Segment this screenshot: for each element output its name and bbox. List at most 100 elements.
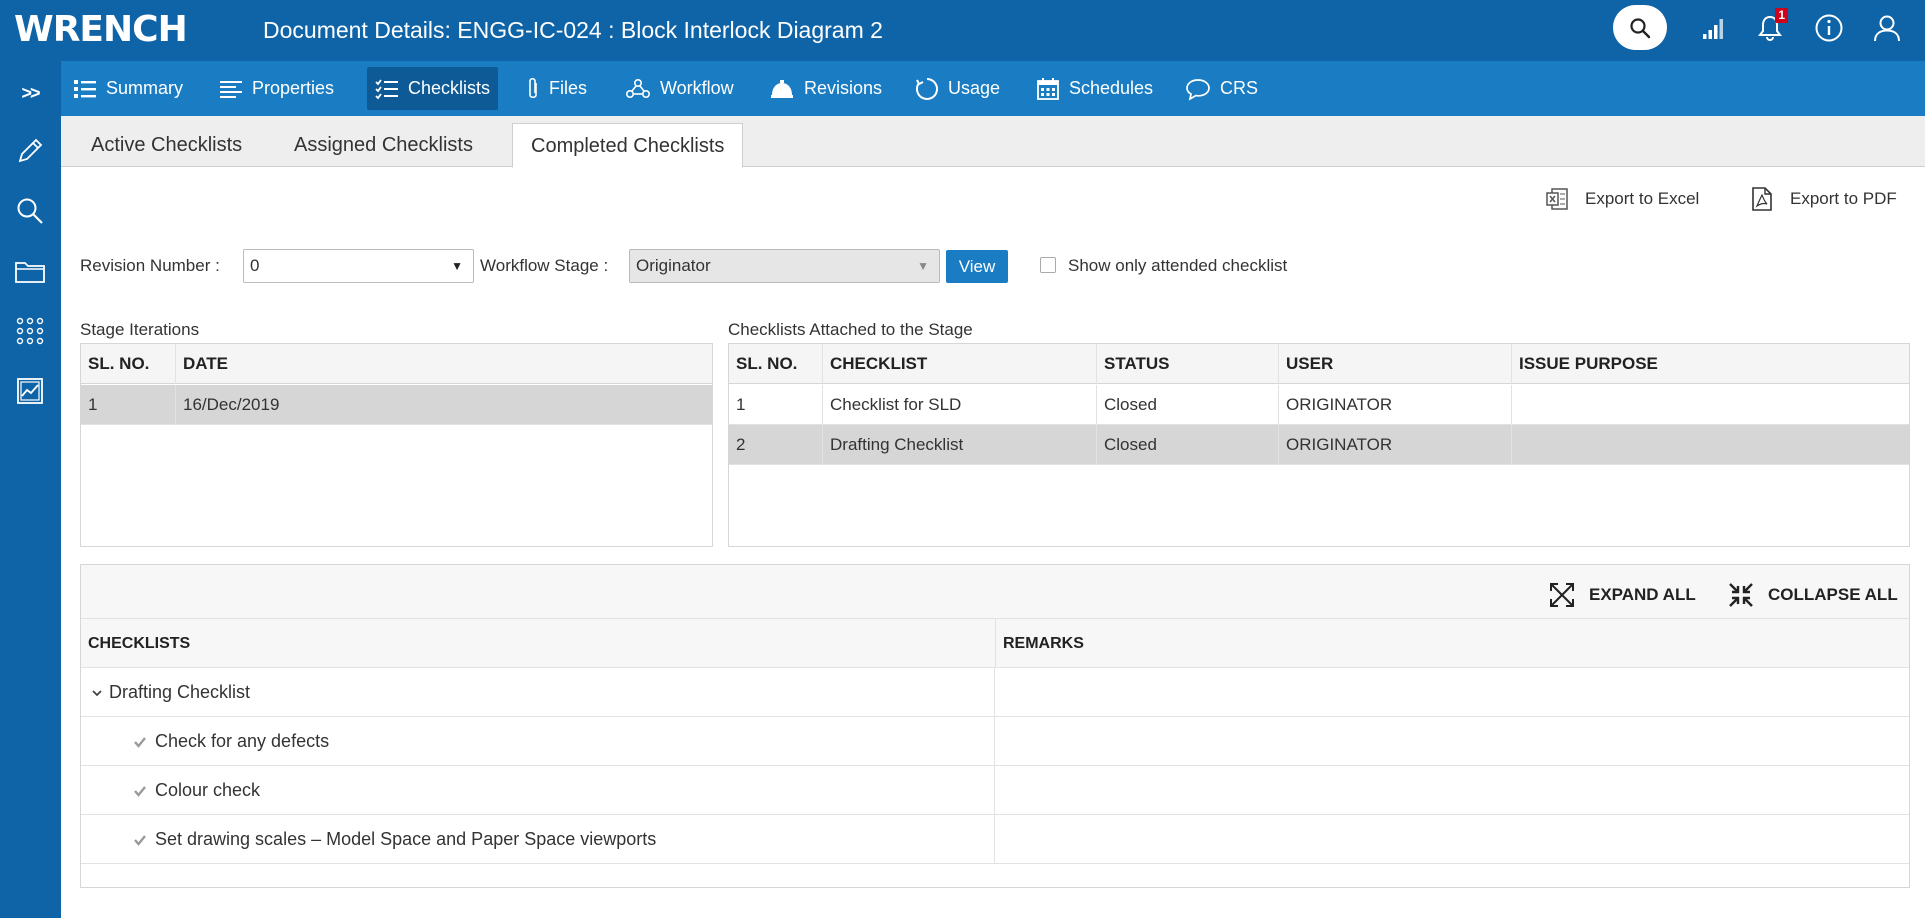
tree-item-cell: Set drawing scales – Model Space and Pap…: [81, 815, 995, 864]
tree-group-label: Drafting Checklist: [109, 682, 251, 702]
user-profile-button[interactable]: [1869, 10, 1905, 46]
search-icon: [17, 198, 43, 224]
checked-checkbox-icon[interactable]: [133, 784, 147, 798]
caret-down-icon: ▼: [917, 259, 929, 273]
export-excel-button[interactable]: Export to Excel: [1545, 184, 1699, 214]
notifications-button[interactable]: 1: [1752, 8, 1788, 46]
expand-rail-button[interactable]: >>: [10, 73, 50, 113]
apps-grid-icon: [16, 317, 44, 345]
table-row[interactable]: 2 Drafting Checklist Closed ORIGINATOR: [729, 425, 1909, 465]
rail-apps-button[interactable]: [10, 311, 50, 351]
tree-item-label: Set drawing scales – Model Space and Pap…: [155, 829, 657, 849]
nav-checklists[interactable]: Checklists: [367, 67, 499, 110]
checked-checkbox-icon[interactable]: [133, 833, 147, 847]
expand-all-button[interactable]: EXPAND ALL: [1549, 581, 1696, 609]
nav-schedules[interactable]: Schedules: [1028, 67, 1161, 110]
checklist-icon: [375, 78, 398, 99]
table-row[interactable]: 1 16/Dec/2019: [81, 385, 712, 425]
usage-icon: [916, 77, 938, 100]
column-header[interactable]: CHECKLIST: [823, 344, 1097, 384]
cell-user: ORIGINATOR: [1279, 385, 1512, 425]
workflow-stage-value: Originator: [636, 256, 711, 275]
column-header[interactable]: ISSUE PURPOSE: [1512, 344, 1909, 384]
nav-files[interactable]: Files: [518, 67, 595, 110]
properties-icon: [220, 80, 242, 98]
signal-button[interactable]: [1696, 10, 1732, 46]
chevron-down-icon[interactable]: [91, 688, 103, 698]
tree-item-row[interactable]: Set drawing scales – Model Space and Pap…: [81, 815, 1909, 864]
view-button[interactable]: View: [946, 250, 1008, 283]
tree-item-cell: Check for any defects: [81, 717, 995, 766]
global-search-button[interactable]: [1613, 5, 1667, 50]
page-title: Document Details: ENGG-IC-024 : Block In…: [263, 17, 883, 43]
left-rail: >>: [0, 61, 61, 918]
info-button[interactable]: [1811, 10, 1847, 46]
rail-reports-button[interactable]: [10, 371, 50, 411]
nav-revisions-label: Revisions: [804, 78, 883, 98]
cell-user: ORIGINATOR: [1279, 425, 1512, 465]
column-header[interactable]: USER: [1279, 344, 1512, 384]
column-header[interactable]: STATUS: [1097, 344, 1279, 384]
pencil-icon: [18, 138, 43, 163]
tab-completed-checklists[interactable]: Completed Checklists: [512, 123, 744, 168]
export-pdf-button[interactable]: Export to PDF: [1750, 184, 1897, 214]
top-header: WRENCH Document Details: ENGG-IC-024 : B…: [0, 0, 1925, 61]
cell-checklist: Checklist for SLD: [823, 385, 1097, 425]
folder-icon: [15, 262, 45, 283]
nav-summary[interactable]: Summary: [65, 67, 191, 110]
rail-folder-button[interactable]: [10, 251, 50, 291]
cell-sl-no: 1: [729, 385, 823, 425]
checklist-tree: EXPAND ALL COLLAPSE ALL CHECKLISTS REMAR…: [80, 564, 1910, 888]
tab-assigned-checklists[interactable]: Assigned Checklists: [276, 123, 491, 167]
nav-workflow-label: Workflow: [660, 78, 734, 98]
checked-checkbox-icon[interactable]: [133, 735, 147, 749]
expand-icon: [1550, 583, 1574, 607]
nav-summary-label: Summary: [106, 78, 184, 98]
cell-issue-purpose: [1512, 425, 1909, 465]
nav-workflow[interactable]: Workflow: [617, 67, 742, 110]
attached-checklists-header: SL. NO. CHECKLIST STATUS USER ISSUE PURP…: [729, 344, 1909, 384]
rail-search-button[interactable]: [10, 191, 50, 231]
collapse-all-label: COLLAPSE ALL: [1768, 585, 1898, 604]
notification-count-badge: 1: [1775, 8, 1788, 23]
rail-edit-button[interactable]: [10, 131, 50, 171]
tree-item-row[interactable]: Colour check: [81, 766, 1909, 815]
tree-item-row[interactable]: Check for any defects: [81, 717, 1909, 766]
cell-date: 16/Dec/2019: [183, 395, 280, 414]
export-excel-label: Export to Excel: [1585, 189, 1700, 208]
search-icon: [1630, 17, 1651, 38]
nav-usage[interactable]: Usage: [907, 67, 1008, 110]
export-pdf-label: Export to PDF: [1790, 189, 1897, 208]
workflow-stage-select[interactable]: Originator ▼: [629, 249, 940, 283]
column-header[interactable]: SL. NO.: [81, 344, 176, 384]
revision-number-value: 0: [250, 256, 260, 275]
nav-crs-label: CRS: [1220, 78, 1259, 98]
user-icon: [1874, 15, 1900, 42]
tree-item-label: Check for any defects: [155, 731, 330, 751]
table-row[interactable]: 1 Checklist for SLD Closed ORIGINATOR: [729, 385, 1909, 425]
cell-sl-no: 1: [81, 385, 176, 425]
nav-crs[interactable]: CRS: [1177, 67, 1266, 110]
column-header[interactable]: SL. NO.: [729, 344, 823, 384]
column-header-remarks: REMARKS: [1003, 635, 1084, 652]
checklist-tabs: Active Checklists Assigned Checklists Co…: [61, 116, 1925, 168]
attended-checklist-checkbox[interactable]: [1040, 257, 1056, 273]
tab-active-checklists[interactable]: Active Checklists: [73, 123, 260, 167]
attached-checklists-caption: Checklists Attached to the Stage: [728, 320, 973, 339]
nav-revisions[interactable]: Revisions: [761, 67, 890, 110]
caret-down-icon: ▼: [451, 259, 463, 273]
revision-number-select[interactable]: 0 ▼: [243, 249, 474, 283]
comment-icon: [1186, 78, 1210, 101]
wrench-logo[interactable]: WRENCH: [14, 8, 188, 52]
calendar-icon: [1037, 77, 1059, 100]
collapse-all-button[interactable]: COLLAPSE ALL: [1728, 581, 1898, 609]
nav-properties[interactable]: Properties: [211, 67, 342, 110]
tree-item-cell: Colour check: [81, 766, 995, 815]
column-header-checklists: CHECKLISTS: [88, 635, 191, 652]
document-nav-bar: Summary Properties Checklists Files Work…: [61, 61, 1925, 116]
cell-status: Closed: [1097, 385, 1279, 425]
nav-checklists-label: Checklists: [408, 78, 491, 98]
tree-group-row[interactable]: Drafting Checklist: [81, 668, 1909, 717]
column-header[interactable]: DATE: [176, 344, 712, 384]
expand-all-label: EXPAND ALL: [1589, 585, 1696, 604]
